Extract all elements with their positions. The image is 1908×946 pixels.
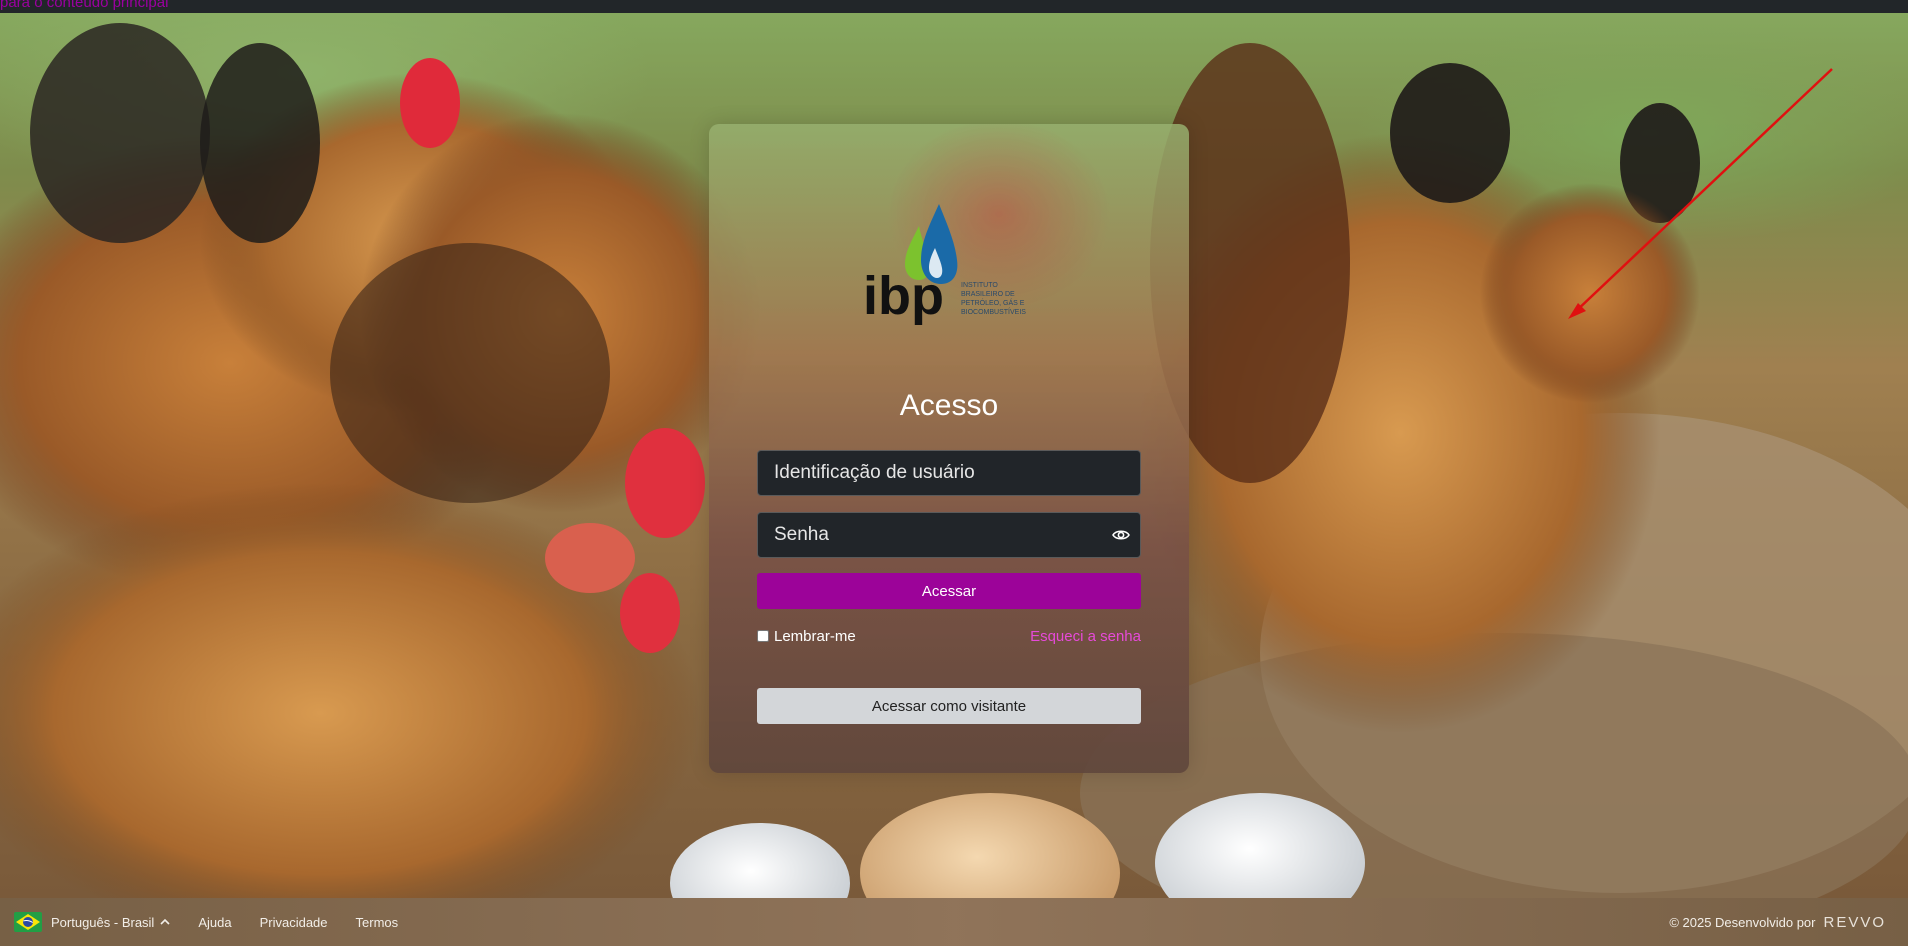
svg-text:INSTITUTO: INSTITUTO: [961, 282, 998, 289]
help-link[interactable]: Ajuda: [198, 915, 231, 930]
svg-text:BIOCOMBUSTÍVEIS: BIOCOMBUSTÍVEIS: [961, 307, 1026, 316]
svg-text:ibp: ibp: [863, 266, 944, 326]
language-selector[interactable]: Português - Brasil: [14, 912, 170, 932]
svg-text:BRASILEIRO DE: BRASILEIRO DE: [961, 291, 1015, 298]
eye-icon[interactable]: [1112, 527, 1130, 543]
top-bar: [0, 0, 1908, 13]
password-input[interactable]: [774, 513, 1094, 557]
skip-to-content-link[interactable]: para o conteúdo principal: [0, 0, 168, 11]
footer: Português - Brasil Ajuda Privacidade Ter…: [0, 898, 1908, 946]
login-card: ibp INSTITUTO BRASILEIRO DE PETRÓLEO, GÁ…: [709, 124, 1189, 773]
remember-checkbox[interactable]: [757, 629, 769, 642]
remember-label: Lembrar-me: [774, 628, 856, 645]
ibp-logo: ibp INSTITUTO BRASILEIRO DE PETRÓLEO, GÁ…: [863, 204, 1026, 326]
password-field[interactable]: [757, 512, 1141, 558]
brazil-flag-icon: [14, 912, 42, 932]
remember-me[interactable]: Lembrar-me: [757, 628, 856, 645]
copyright-text: © 2025 Desenvolvido por: [1669, 914, 1816, 930]
login-title: Acesso: [899, 389, 999, 422]
copyright: © 2025 Desenvolvido por REVVO: [1669, 914, 1886, 931]
privacy-link[interactable]: Privacidade: [260, 915, 328, 930]
username-field[interactable]: [757, 450, 1141, 496]
login-button[interactable]: Acessar: [757, 573, 1141, 609]
svg-text:PETRÓLEO, GÁS E: PETRÓLEO, GÁS E: [961, 298, 1025, 307]
terms-link[interactable]: Termos: [356, 915, 399, 930]
username-input[interactable]: [774, 451, 1094, 495]
language-label: Português - Brasil: [51, 914, 155, 930]
revvo-logo[interactable]: REVVO: [1823, 914, 1886, 931]
guest-login-button[interactable]: Acessar como visitante: [757, 688, 1141, 724]
chevron-up-icon: [160, 918, 170, 925]
forgot-password-link[interactable]: Esqueci a senha: [1030, 628, 1141, 645]
